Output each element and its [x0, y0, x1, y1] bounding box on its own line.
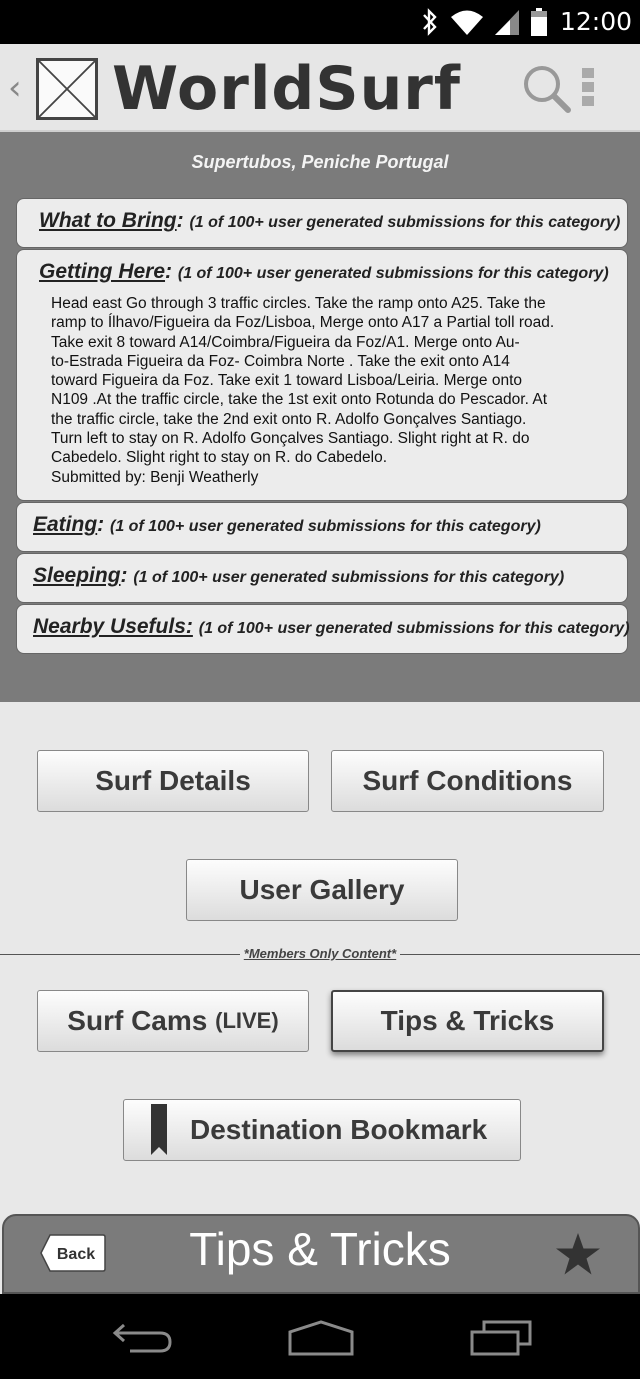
panel-header: Nearby Usefuls: (1 of 100+ user generate…	[33, 615, 630, 639]
panel-submissions: (1 of 100+ user generated submissions fo…	[177, 265, 609, 282]
bottom-bar: Back Tips & Tricks	[0, 1214, 640, 1294]
recent-apps-icon[interactable]	[470, 1320, 532, 1356]
panel-submissions: (1 of 100+ user generated submissions fo…	[189, 214, 621, 231]
surf-cams-button[interactable]: Surf Cams (LIVE)	[37, 990, 309, 1052]
panel-what-to-bring[interactable]: What to Bring: (1 of 100+ user generated…	[16, 198, 628, 248]
members-only-label: *Members Only Content*	[0, 945, 640, 963]
panel-category: What to Bring	[39, 209, 177, 232]
panel-submissions: (1 of 100+ user generated submissions fo…	[110, 518, 541, 535]
directions-line: Take exit 8 toward A14/Coimbra/Figueira …	[51, 333, 520, 351]
search-icon[interactable]	[520, 62, 574, 116]
bookmark-icon	[151, 1104, 167, 1155]
destination-bookmark-button[interactable]: Destination Bookmark	[123, 1099, 521, 1161]
surf-details-button[interactable]: Surf Details	[37, 750, 309, 812]
directions-text: Head east Go through 3 traffic circles. …	[51, 294, 611, 487]
directions-line: N109 .At the traffic circle, take the 1s…	[51, 391, 547, 409]
panel-eating[interactable]: Eating: (1 of 100+ user generated submis…	[16, 502, 628, 552]
panel-category: Eating	[33, 513, 98, 536]
app-title: WorldSurf	[112, 54, 461, 124]
surf-conditions-button[interactable]: Surf Conditions	[331, 750, 604, 812]
bluetooth-icon	[423, 8, 437, 36]
panel-category: Sleeping	[33, 564, 121, 587]
chevron-left-icon[interactable]: ‹	[8, 68, 22, 108]
system-navigation-bar	[0, 1294, 640, 1379]
user-gallery-button[interactable]: User Gallery	[186, 859, 458, 921]
directions-line: to-Estrada Figueira da Foz- Coimbra Nort…	[51, 352, 510, 370]
clock: 12:00	[559, 7, 632, 36]
status-bar: 12:00	[0, 0, 640, 44]
star-icon[interactable]	[555, 1232, 601, 1276]
app-bar: ‹ WorldSurf	[0, 44, 640, 132]
current-section-title: Tips & Tricks	[189, 1223, 451, 1275]
panel-category: Nearby Usefuls:	[33, 615, 193, 638]
wifi-icon	[451, 10, 483, 35]
panel-submissions: (1 of 100+ user generated submissions fo…	[198, 620, 630, 637]
signal-icon	[495, 10, 519, 35]
directions-line: toward Figueira da Foz. Take exit 1 towa…	[51, 372, 522, 390]
surf-cams-label: Surf Cams	[67, 1005, 208, 1036]
live-label: (LIVE)	[215, 1008, 279, 1033]
directions-line: ramp to Ílhavo/Figueira da Foz/Lisboa, M…	[51, 314, 555, 332]
panel-getting-here[interactable]: Getting Here: (1 of 100+ user generated …	[16, 249, 628, 501]
destination-content: Supertubos, Peniche Portugal What to Bri…	[0, 132, 640, 702]
panel-nearby-usefuls[interactable]: Nearby Usefuls: (1 of 100+ user generate…	[16, 604, 630, 654]
back-arrow-icon[interactable]	[112, 1320, 174, 1356]
home-icon[interactable]	[288, 1320, 354, 1356]
submitted-by: Submitted by: Benji Weatherly	[51, 468, 259, 486]
panel-sleeping[interactable]: Sleeping: (1 of 100+ user generated subm…	[16, 553, 628, 603]
panel-submissions: (1 of 100+ user generated submissions fo…	[133, 569, 565, 586]
navigation-buttons: Surf Details Surf Conditions User Galler…	[0, 702, 640, 1214]
destination-bookmark-label: Destination Bookmark	[190, 1114, 488, 1145]
location-title: Supertubos, Peniche Portugal	[191, 152, 449, 172]
app-logo-placeholder	[36, 58, 98, 120]
panel-header: Getting Here: (1 of 100+ user generated …	[39, 260, 609, 283]
directions-line: the traffic circle, take the 2nd exit on…	[51, 410, 527, 428]
overflow-menu-icon[interactable]	[580, 66, 596, 108]
status-icons	[420, 6, 548, 38]
directions-line: Head east Go through 3 traffic circles. …	[51, 295, 546, 312]
tips-tricks-button[interactable]: Tips & Tricks	[331, 990, 604, 1052]
panel-header: What to Bring: (1 of 100+ user generated…	[39, 209, 621, 232]
battery-icon	[531, 8, 547, 36]
panel-category: Getting Here	[39, 260, 166, 283]
directions-line: Turn left to stay on R. Adolfo Gonçalves…	[51, 430, 530, 448]
directions-line: Cabedelo. Slight right to stay on R. do …	[51, 449, 388, 467]
panel-header: Eating: (1 of 100+ user generated submis…	[33, 513, 541, 536]
panel-header: Sleeping: (1 of 100+ user generated subm…	[33, 564, 565, 587]
